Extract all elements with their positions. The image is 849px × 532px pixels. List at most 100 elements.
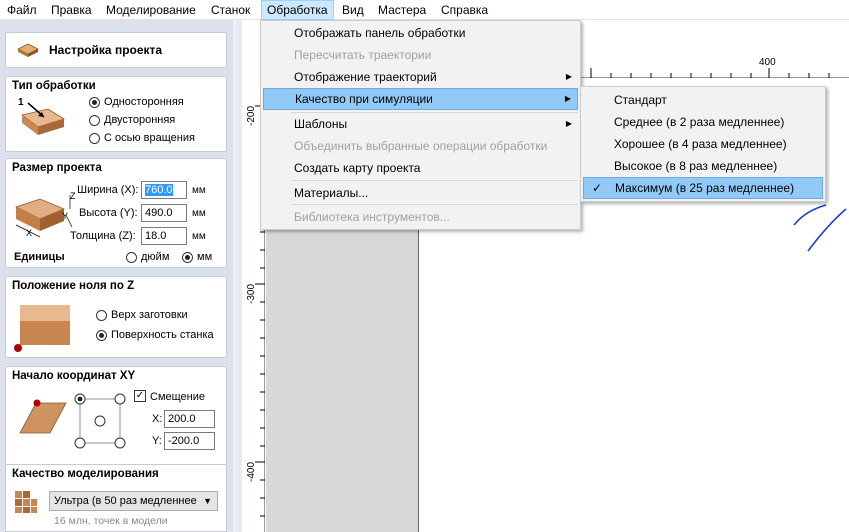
resolution-grid-icon	[15, 491, 37, 513]
ruler-label-minus-300: -300	[246, 283, 257, 304]
quality-standard[interactable]: Стандарт	[583, 89, 823, 111]
quality-dropdown[interactable]: Ультра (в 50 раз медленнее ▼	[49, 491, 218, 511]
pen-sketch-strokes	[793, 204, 847, 252]
zero-bed-label: Поверхность станка	[111, 329, 214, 341]
menu-item-simulation-quality[interactable]: Качество при симуляции ▶	[263, 88, 578, 110]
width-value: 760.0	[145, 184, 173, 196]
ruler-label-400: 400	[759, 57, 776, 68]
menu-item-merge-toolpaths[interactable]: Объединить выбранные операции обработки	[263, 135, 578, 157]
quality-high[interactable]: Высокое (в 8 раз медленнее)	[583, 155, 823, 177]
model-quality-group: Качество моделирования Ультра (в 50 раз …	[5, 464, 227, 532]
units-mm-radio[interactable]: мм	[182, 251, 212, 263]
height-value: 490.0	[145, 207, 173, 219]
type-rotary-radio[interactable]: С осью вращения	[89, 132, 195, 144]
radio-dot	[96, 309, 107, 321]
canvas-left-border	[236, 20, 242, 532]
radio-dot	[96, 329, 107, 341]
xy-origin-illustration	[19, 399, 67, 434]
axis-z-label: Z	[70, 191, 76, 201]
ruler-label-minus-400: -400	[246, 461, 257, 482]
axis-x-label: X	[26, 228, 33, 238]
machining-type-title: Тип обработки	[12, 80, 96, 92]
menu-toolpaths[interactable]: Обработка	[261, 0, 334, 20]
radio-dot	[89, 132, 100, 144]
project-setup-panel: Настройка проекта Тип обработки 1 Одност…	[0, 20, 233, 532]
width-unit: мм	[192, 185, 206, 196]
radio-dot	[89, 96, 100, 108]
quality-maximum[interactable]: ✓ Максимум (в 25 раз медленнее)	[583, 177, 823, 199]
panel-title: Настройка проекта	[49, 43, 163, 57]
thickness-unit: мм	[192, 231, 206, 242]
menu-help[interactable]: Справка	[436, 0, 493, 20]
quality-medium[interactable]: Среднее (в 2 раза медленнее)	[583, 111, 823, 133]
units-inch-radio[interactable]: дюйм	[126, 251, 169, 263]
width-label: Ширина (X):	[77, 184, 139, 196]
width-input[interactable]: 760.0	[141, 181, 187, 199]
radio-dot	[89, 114, 100, 126]
units-inch-label: дюйм	[141, 251, 170, 263]
menu-item-show-panel[interactable]: Отображать панель обработки	[263, 22, 578, 44]
project-size-group: Размер проекта Z Y X Ширина (X): 760.0 м…	[5, 158, 227, 268]
height-unit: мм	[192, 208, 206, 219]
xy-origin-title: Начало координат XY	[12, 370, 136, 382]
menu-item-recalculate[interactable]: Пересчитать траектории	[263, 44, 578, 66]
quality-good[interactable]: Хорошее (в 4 раза медленнее)	[583, 133, 823, 155]
submenu-arrow-icon: ▶	[565, 119, 572, 128]
z-zero-group: Положение ноля по Z Верх заготовки Повер…	[5, 276, 227, 358]
units-label: Единицы	[14, 251, 65, 263]
submenu-arrow-icon: ▶	[565, 72, 572, 81]
z-zero-title: Положение ноля по Z	[12, 280, 135, 292]
chevron-down-icon: ▼	[203, 496, 212, 506]
quality-note: 16 млн. точек в модели	[54, 515, 168, 527]
menubar: Файл Правка Моделирование Станок Обработ…	[0, 0, 849, 20]
menu-edit[interactable]: Правка	[46, 0, 97, 20]
submenu-arrow-icon: ▶	[564, 94, 571, 103]
menu-view[interactable]: Вид	[337, 0, 369, 20]
type-single-radio[interactable]: Односторонняя	[89, 96, 184, 108]
menu-machine[interactable]: Станок	[206, 0, 255, 20]
menu-item-templates-label: Шаблоны	[294, 117, 348, 131]
units-mm-label: мм	[197, 251, 213, 263]
menu-modeling[interactable]: Моделирование	[101, 0, 201, 20]
ruler-label-minus-200: -200	[246, 105, 257, 126]
thickness-label: Толщина (Z):	[70, 230, 136, 242]
type-single-label: Односторонняя	[104, 96, 184, 108]
radio-dot	[126, 251, 137, 263]
offset-label: Смещение	[150, 391, 206, 403]
thickness-value: 18.0	[145, 230, 167, 242]
zero-top-label: Верх заготовки	[111, 309, 188, 321]
menu-separator	[291, 204, 578, 205]
offset-checkbox[interactable]: ✓	[134, 390, 146, 402]
project-setup-icon	[17, 43, 39, 57]
menu-file[interactable]: Файл	[2, 0, 42, 20]
origin-selector-grid[interactable]	[68, 393, 132, 455]
side-number: 1	[18, 97, 24, 108]
machining-type-group: Тип обработки 1 Односторонняя Двусторонн…	[5, 76, 227, 152]
type-double-label: Двусторонняя	[104, 114, 176, 126]
menu-item-materials[interactable]: Материалы...	[263, 182, 578, 204]
panel-header: Настройка проекта	[5, 32, 227, 68]
z-zero-illustration	[14, 305, 70, 352]
checkmark-icon: ✓	[592, 181, 603, 195]
origin-x-input[interactable]: 200.0	[164, 410, 215, 428]
menu-wizards[interactable]: Мастера	[373, 0, 431, 20]
simulation-quality-submenu: Стандарт Среднее (в 2 раза медленнее) Хо…	[580, 86, 826, 202]
material-block-illustration	[14, 195, 73, 237]
menu-item-project-sheet[interactable]: Создать карту проекта	[263, 157, 578, 179]
height-label: Высота (Y):	[79, 207, 138, 219]
type-double-radio[interactable]: Двусторонняя	[89, 114, 175, 126]
menu-item-toolpath-display[interactable]: Отображение траекторий ▶	[263, 66, 578, 88]
quality-dropdown-value: Ультра (в 50 раз медленнее	[54, 495, 197, 507]
thickness-input[interactable]: 18.0	[141, 227, 187, 245]
zero-top-radio[interactable]: Верх заготовки	[96, 309, 188, 321]
origin-y-label: Y:	[152, 435, 162, 447]
origin-y-value: -200.0	[168, 435, 200, 447]
quality-maximum-label: Максимум (в 25 раз медленнее)	[615, 181, 795, 195]
origin-y-input[interactable]: -200.0	[164, 432, 215, 450]
menu-item-tool-database[interactable]: Библиотека инструментов...	[263, 206, 578, 228]
height-input[interactable]: 490.0	[141, 204, 187, 222]
zero-bed-radio[interactable]: Поверхность станка	[96, 329, 214, 341]
origin-x-value: 200.0	[168, 413, 196, 425]
toolpaths-menu: Отображать панель обработки Пересчитать …	[260, 20, 581, 230]
menu-item-templates[interactable]: Шаблоны ▶	[263, 113, 578, 135]
